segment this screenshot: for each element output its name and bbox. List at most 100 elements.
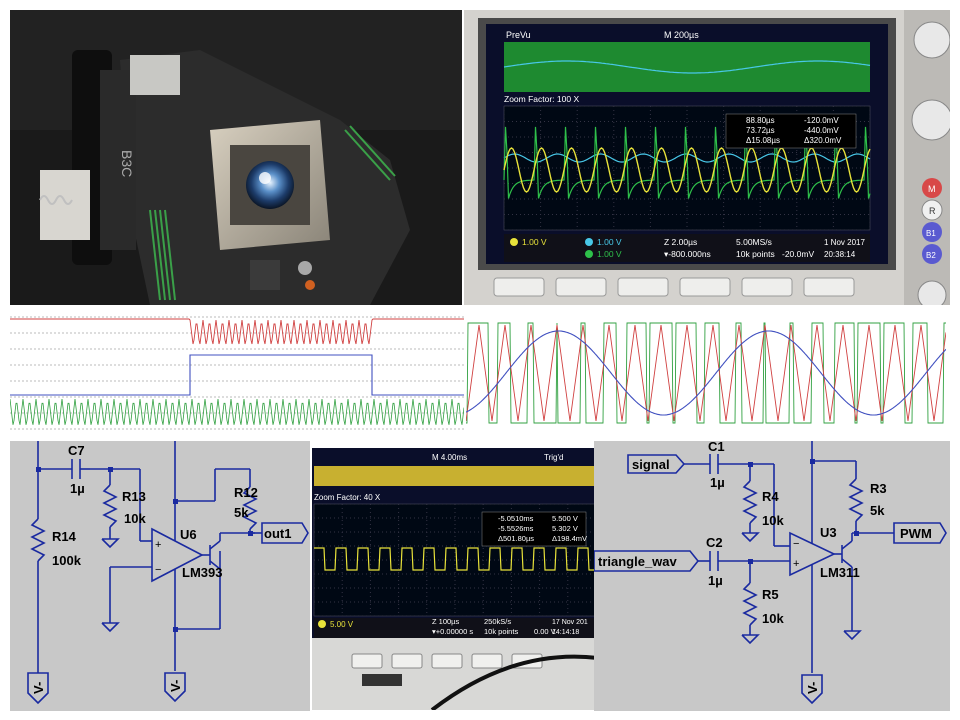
- r3-label: R3: [870, 481, 887, 496]
- simulation-plot-left: [10, 307, 464, 439]
- scope1-volt-a: -120.0mV: [804, 116, 839, 125]
- sim-left-svg: [10, 316, 464, 430]
- scope1-ch1: 1.00 V: [522, 237, 547, 247]
- sim-right-blue-trace: [466, 330, 946, 416]
- scope2-zoom: Zoom Factor: 40 X: [314, 493, 381, 502]
- r4-value: 10k: [762, 513, 784, 528]
- r13-value: 10k: [124, 511, 146, 526]
- vneg-label-3: V-: [805, 682, 820, 694]
- scope2-cursor-b: -5.5526ms: [498, 524, 534, 533]
- u3-label: U3: [820, 525, 837, 540]
- soft-key[interactable]: [351, 653, 383, 669]
- scope2-volt-delta: Δ198.4mV: [552, 534, 587, 543]
- scope1-ch3: 1.00 V: [597, 249, 622, 259]
- sim-right-svg: [466, 322, 946, 424]
- soft-key[interactable]: [493, 277, 545, 297]
- scope1-drawing: M R B1 B2 PreVu M 200µs Zoom Factor: 100…: [464, 10, 950, 305]
- c7-value: 1µ: [70, 481, 85, 496]
- soft-key[interactable]: [679, 277, 731, 297]
- sim-left-blue-trace: [10, 354, 464, 396]
- scope2-volt-a: 5.500 V: [552, 514, 578, 523]
- r4-label: R4: [762, 489, 779, 504]
- pickup-photo-drawing: B3C: [10, 10, 462, 305]
- triangle-label: triangle_wav: [598, 554, 678, 569]
- svg-text:−: −: [793, 538, 799, 550]
- u6-label: U6: [180, 527, 197, 542]
- m-button-label: M: [928, 184, 936, 194]
- soft-key[interactable]: [741, 277, 793, 297]
- scope2-zoom-time: Z 100µs: [432, 617, 459, 626]
- knob-icon[interactable]: [913, 21, 950, 59]
- c1-value: 1µ: [710, 475, 725, 490]
- soft-key[interactable]: [803, 277, 855, 297]
- soft-key[interactable]: [471, 653, 503, 669]
- c7-label: C7: [68, 443, 85, 458]
- pwm-label: PWM: [900, 526, 932, 541]
- r-button-label: R: [929, 206, 936, 216]
- soft-key[interactable]: [431, 653, 463, 669]
- r12-label: R12: [234, 485, 258, 500]
- r12-value: 5k: [234, 505, 249, 520]
- sim-left-red-trace: [10, 318, 464, 345]
- scope2-timebase: M 4.00ms: [432, 453, 467, 462]
- knob-icon[interactable]: [917, 280, 947, 305]
- soft-key[interactable]: [555, 277, 607, 297]
- sim-right-red-trace: [466, 324, 946, 422]
- b2-button-label: B2: [926, 251, 936, 260]
- scope2-trigd: Trig'd: [544, 453, 563, 462]
- scope1-date: 1 Nov 2017: [824, 238, 865, 247]
- oscilloscope-photo-2: M 4.00ms Trig'd Zoom Factor: 40 X -5.051…: [312, 448, 598, 710]
- scope2-time: 14:14:18: [552, 629, 579, 636]
- optical-pickup-photo: B3C: [10, 10, 462, 305]
- r13-label: R13: [122, 489, 146, 504]
- c2-label: C2: [706, 535, 723, 550]
- vneg-label-1: V-: [31, 682, 46, 694]
- r14-value: 100k: [52, 553, 82, 568]
- soft-key[interactable]: [391, 653, 423, 669]
- c1-label: C1: [708, 441, 725, 454]
- r5-value: 10k: [762, 611, 784, 626]
- sim-left-green-trace: [10, 398, 464, 425]
- scope1-prevu: PreVu: [506, 30, 531, 40]
- vneg-label-2: V-: [168, 680, 183, 692]
- scope1-timebase: M 200µs: [664, 30, 699, 40]
- scope1-offset: ▾-800.000ns: [664, 249, 711, 259]
- schematic1-svg: C7 1µ R13 10k R14 100k R12 5k U6 LM393 o…: [27, 441, 309, 705]
- scope1-cursor-b: 73.72µs: [746, 126, 775, 135]
- svg-text:−: −: [155, 564, 161, 576]
- scope2-volt-b: 5.302 V: [552, 524, 578, 533]
- scope2-cursor-a: -5.0510ms: [498, 514, 534, 523]
- svg-text:+: +: [793, 558, 799, 570]
- simulation-plot-right: [466, 307, 946, 439]
- schematic-lm311: signal triangle_wav PWM C1 1µ C2 1µ R4 1…: [594, 441, 950, 711]
- scope1-points: 10k points: [736, 249, 775, 259]
- schematic2-svg: signal triangle_wav PWM C1 1µ C2 1µ R4 1…: [594, 441, 947, 705]
- u3-part: LM311: [820, 565, 860, 580]
- lens-icon: [246, 161, 294, 209]
- scope2-offset: ▾+0.00000 s: [432, 627, 473, 636]
- scope1-cursor-a: 88.80µs: [746, 116, 775, 125]
- scope1-cursor-delta: Δ15.08µs: [746, 136, 780, 145]
- signal-label: signal: [632, 457, 670, 472]
- scope1-volt-delta: Δ320.0mV: [804, 136, 842, 145]
- scope1-trig: -20.0mV: [782, 249, 814, 259]
- scope2-ch1: 5.00 V: [330, 620, 354, 629]
- knob-icon[interactable]: [911, 99, 950, 141]
- b1-button-label: B1: [926, 229, 936, 238]
- c2-value: 1µ: [708, 573, 723, 588]
- scope1-zoom: Zoom Factor: 100 X: [504, 94, 579, 104]
- scope1-zoom-time: Z 2.00µs: [664, 237, 697, 247]
- r3-value: 5k: [870, 503, 885, 518]
- scope1-ch2: 1.00 V: [597, 237, 622, 247]
- scope1-volt-b: -440.0mV: [804, 126, 839, 135]
- scope1-rate: 5.00MS/s: [736, 237, 772, 247]
- out1-label: out1: [264, 526, 291, 541]
- pickup-label: B3C: [119, 150, 135, 177]
- u6-part: LM393: [182, 565, 222, 580]
- scope2-cursor-delta: Δ501.80µs: [498, 534, 534, 543]
- scope2-rate: 250kS/s: [484, 617, 511, 626]
- scope1-time: 20:38:14: [824, 250, 856, 259]
- scope2-drawing: M 4.00ms Trig'd Zoom Factor: 40 X -5.051…: [312, 448, 598, 710]
- soft-key[interactable]: [617, 277, 669, 297]
- r5-label: R5: [762, 587, 779, 602]
